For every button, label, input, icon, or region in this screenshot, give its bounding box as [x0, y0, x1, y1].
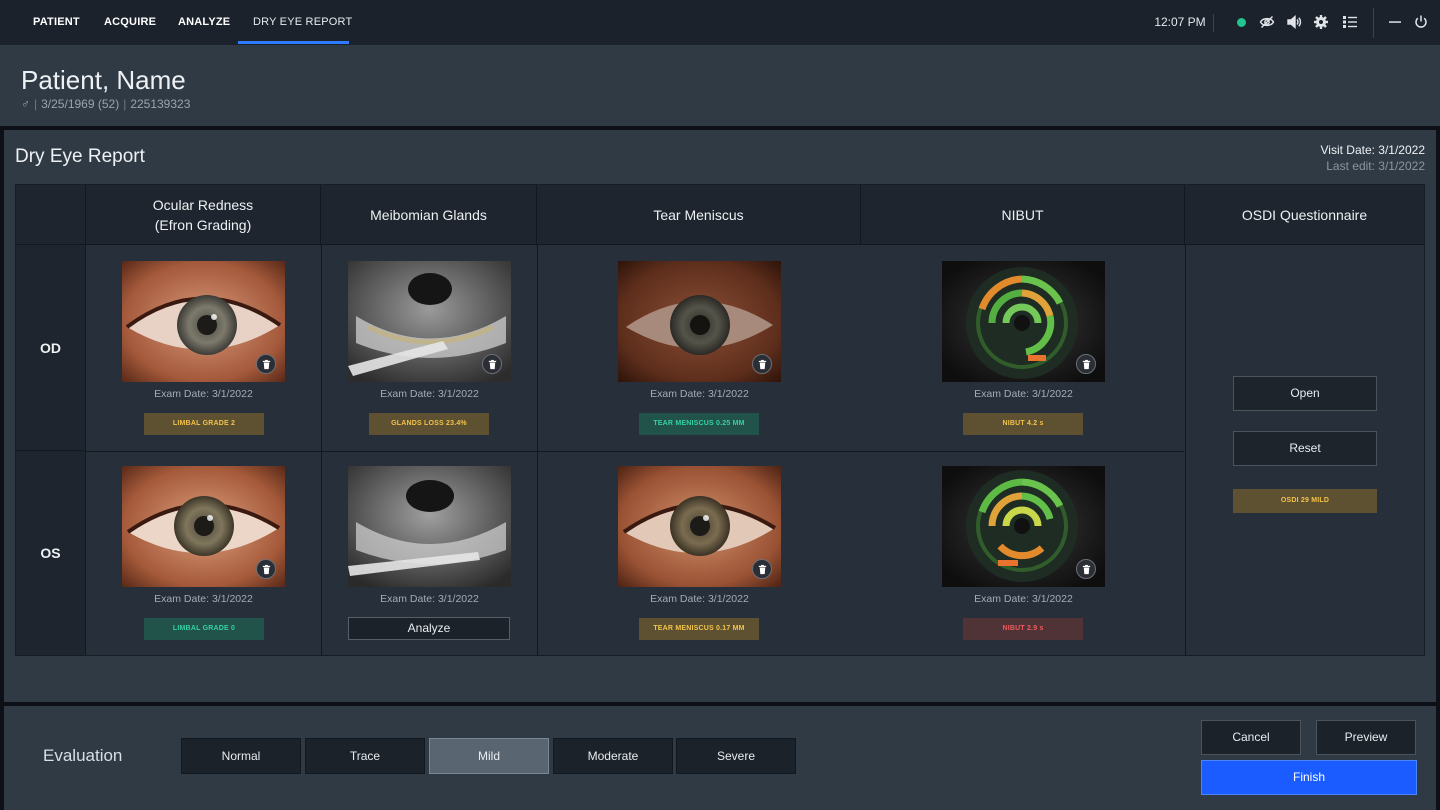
report-panel: Dry Eye Report Visit Date: 3/1/2022 Last…: [4, 130, 1436, 702]
delete-image-button[interactable]: [482, 354, 502, 374]
delete-image-button[interactable]: [256, 354, 276, 374]
divider: [86, 451, 1184, 452]
header-ocular-redness: Ocular Redness (Efron Grading): [86, 185, 321, 245]
header-label: OSDI Questionnaire: [1241, 206, 1368, 223]
tear-meniscus-image-os[interactable]: [618, 466, 781, 587]
header-osdi: OSDI Questionnaire: [1185, 185, 1424, 245]
header-sublabel: (Efron Grading): [154, 216, 252, 233]
header-tear-meniscus: Tear Meniscus: [537, 185, 861, 245]
evaluation-option-severe[interactable]: Severe: [676, 738, 796, 774]
status-badge: GLANDS LOSS 23.4%: [369, 413, 489, 435]
analyze-button[interactable]: Analyze: [348, 617, 510, 640]
delete-image-button[interactable]: [752, 559, 772, 579]
evaluation-option-normal[interactable]: Normal: [181, 738, 301, 774]
patient-id: 225139323: [130, 97, 191, 111]
header-label: NIBUT: [1001, 206, 1044, 223]
ocular-redness-image-od[interactable]: [122, 261, 285, 382]
exam-date: Exam Date: 3/1/2022: [154, 593, 253, 605]
nibut-image-od[interactable]: [942, 261, 1105, 382]
speaker-icon[interactable]: [1284, 12, 1304, 32]
header-nibut: NIBUT: [861, 185, 1185, 245]
clock: 12:07 PM: [1154, 15, 1206, 29]
status-badge: LIMBAL GRADE 2: [144, 413, 264, 435]
tab-acquire[interactable]: ACQUIRE: [104, 0, 156, 45]
patient-meta: ♂ | 3/25/1969 (52) | 225139323: [21, 97, 190, 111]
status-badge: TEAR MENISCUS 0.25 MM: [639, 413, 759, 435]
meibomian-image-os[interactable]: [348, 466, 511, 587]
finish-button[interactable]: Finish: [1201, 760, 1417, 795]
list-icon[interactable]: [1340, 12, 1360, 32]
exam-date: Exam Date: 3/1/2022: [380, 593, 479, 605]
evaluation-option-trace[interactable]: Trace: [305, 738, 425, 774]
sex-symbol: ♂: [21, 97, 30, 111]
evaluation-option-mild[interactable]: Mild: [429, 738, 549, 774]
osdi-reset-button[interactable]: Reset: [1233, 431, 1377, 466]
row-label-os: OS: [16, 451, 86, 655]
meibomian-image-od[interactable]: [348, 261, 511, 382]
delete-image-button[interactable]: [1076, 354, 1096, 374]
header-corner: [16, 185, 86, 245]
header-meibomian-glands: Meibomian Glands: [321, 185, 537, 245]
status-indicator: [1237, 18, 1246, 27]
exam-date: Exam Date: 3/1/2022: [650, 388, 749, 400]
exam-date: Exam Date: 3/1/2022: [380, 388, 479, 400]
last-edit: Last edit: 3/1/2022: [1326, 159, 1425, 173]
delete-image-button[interactable]: [752, 354, 772, 374]
divider: |: [34, 97, 38, 111]
row-label-od: OD: [16, 245, 86, 451]
report-title: Dry Eye Report: [15, 146, 145, 167]
status-badge: NIBUT 2.9 s: [963, 618, 1083, 640]
nibut-image-os[interactable]: [942, 466, 1105, 587]
delete-image-button[interactable]: [1076, 559, 1096, 579]
exam-date: Exam Date: 3/1/2022: [974, 388, 1073, 400]
power-icon[interactable]: [1411, 12, 1431, 32]
top-nav-bar: PATIENT ACQUIRE ANALYZE DRY EYE REPORT 1…: [0, 0, 1440, 45]
divider: [321, 245, 322, 655]
patient-dob: 3/25/1969 (52): [41, 97, 120, 111]
status-badge: TEAR MENISCUS 0.17 MM: [639, 618, 759, 640]
divider: [1213, 14, 1214, 32]
preview-button[interactable]: Preview: [1316, 720, 1416, 755]
evaluation-option-moderate[interactable]: Moderate: [553, 738, 673, 774]
eye-slash-icon[interactable]: [1257, 12, 1277, 32]
divider: [1185, 245, 1186, 655]
active-tab-indicator: [238, 41, 349, 44]
exam-date: Exam Date: 3/1/2022: [154, 388, 253, 400]
header-label: Meibomian Glands: [370, 206, 487, 223]
visit-date: Visit Date: 3/1/2022: [1320, 143, 1425, 157]
report-grid: Ocular Redness (Efron Grading) Meibomian …: [15, 184, 1425, 656]
evaluation-label: Evaluation: [43, 746, 123, 765]
tab-dry-eye-report[interactable]: DRY EYE REPORT: [253, 0, 352, 45]
ocular-redness-image-os[interactable]: [122, 466, 285, 587]
tear-meniscus-image-od[interactable]: [618, 261, 781, 382]
minimize-icon[interactable]: [1385, 12, 1405, 32]
delete-image-button[interactable]: [256, 559, 276, 579]
patient-header: Patient, Name ♂ | 3/25/1969 (52) | 225139323: [0, 45, 1440, 126]
header-label: Tear Meniscus: [653, 206, 744, 223]
header-label: Ocular Redness: [152, 196, 254, 213]
status-badge: NIBUT 4.2 s: [963, 413, 1083, 435]
gear-icon[interactable]: [1311, 12, 1331, 32]
osdi-status-badge: OSDI 29 MILD: [1233, 489, 1377, 513]
status-badge: LIMBAL GRADE 0: [144, 618, 264, 640]
patient-name: Patient, Name: [21, 65, 186, 95]
evaluation-footer: Evaluation Normal Trace Mild Moderate Se…: [4, 706, 1436, 810]
cancel-button[interactable]: Cancel: [1201, 720, 1301, 755]
divider: [1373, 8, 1374, 38]
osdi-open-button[interactable]: Open: [1233, 376, 1377, 411]
divider: [537, 245, 538, 655]
tab-analyze[interactable]: ANALYZE: [178, 0, 230, 45]
exam-date: Exam Date: 3/1/2022: [974, 593, 1073, 605]
tab-patient[interactable]: PATIENT: [33, 0, 80, 45]
exam-date: Exam Date: 3/1/2022: [650, 593, 749, 605]
divider: |: [123, 97, 127, 111]
